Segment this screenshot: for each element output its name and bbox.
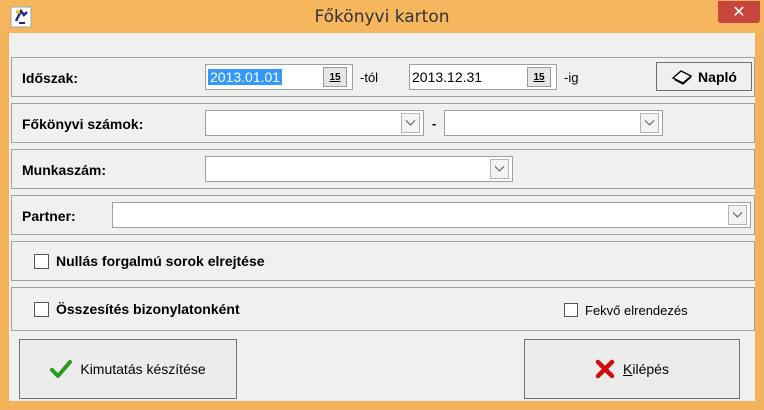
- accounts-label: Főkönyvi számok:: [22, 116, 144, 132]
- period-label: Időszak:: [22, 70, 79, 86]
- chevron-down-icon: [732, 207, 743, 218]
- summary-group: Összesítés bizonylatonként Fekvő elrende…: [11, 287, 755, 331]
- accounts-group: Főkönyvi számok: -: [11, 103, 755, 143]
- accounts-separator: -: [432, 116, 437, 131]
- date-to-value: 2013.12.31: [412, 69, 483, 85]
- naplo-label: Napló: [698, 68, 737, 85]
- account-from-dropdown-arrow[interactable]: [401, 113, 420, 133]
- hide-zero-label[interactable]: Nullás forgalmú sorok elrejtése: [56, 253, 265, 269]
- account-to-dropdown[interactable]: [444, 110, 663, 136]
- summary-checkbox[interactable]: [34, 302, 49, 317]
- hide-zero-group: Nullás forgalmú sorok elrejtése: [11, 241, 755, 281]
- date-from-value: 2013.01.01: [208, 69, 283, 85]
- date-to-suffix: -ig: [564, 70, 579, 85]
- date-from-field[interactable]: 2013.01.01 15: [205, 64, 353, 90]
- job-group: Munkaszám:: [11, 149, 755, 189]
- summary-label[interactable]: Összesítés bizonylatonként: [56, 301, 240, 317]
- chevron-down-icon: [494, 161, 505, 172]
- landscape-checkbox[interactable]: [564, 303, 578, 317]
- application-window: Főkönyvi karton ✕ Időszak: 2013.01.01 15…: [0, 0, 764, 410]
- report-button-label: Kimutatás készítése: [80, 361, 206, 377]
- naplo-button[interactable]: Napló: [656, 62, 752, 91]
- date-from-suffix: -tól: [360, 70, 379, 85]
- job-label: Munkaszám:: [22, 162, 107, 178]
- partner-group: Partner:: [11, 195, 755, 235]
- date-to-field[interactable]: 2013.12.31 15: [409, 64, 557, 90]
- book-icon: [671, 69, 693, 85]
- account-from-dropdown[interactable]: [205, 110, 424, 136]
- account-to-dropdown-arrow[interactable]: [640, 113, 659, 133]
- job-dropdown[interactable]: [205, 156, 513, 182]
- partner-dropdown[interactable]: [112, 202, 751, 228]
- exit-button-label: Kilépés: [623, 361, 669, 377]
- close-icon: ✕: [732, 4, 746, 21]
- date-to-calendar-button[interactable]: 15: [527, 67, 551, 87]
- chevron-down-icon: [405, 115, 416, 126]
- exit-label-rest: ilépés: [632, 361, 669, 377]
- exit-mnemonic: K: [623, 361, 633, 377]
- calendar-icon: 15: [533, 71, 545, 83]
- close-button[interactable]: ✕: [718, 1, 760, 23]
- window-title: Főkönyvi karton: [314, 7, 450, 27]
- partner-dropdown-arrow[interactable]: [728, 205, 747, 225]
- job-dropdown-arrow[interactable]: [490, 159, 509, 179]
- period-group: Időszak: 2013.01.01 15 -tól 2013.12.31 1…: [11, 57, 755, 97]
- report-button[interactable]: Kimutatás készítése: [19, 339, 237, 399]
- landscape-label[interactable]: Fekvő elrendezés: [585, 303, 688, 318]
- checkmark-icon: [50, 360, 73, 378]
- exit-button[interactable]: Kilépés: [524, 339, 740, 399]
- date-from-calendar-button[interactable]: 15: [323, 67, 347, 87]
- calendar-icon: 15: [329, 71, 341, 83]
- partner-label: Partner:: [22, 208, 76, 224]
- chevron-down-icon: [644, 115, 655, 126]
- title-bar[interactable]: Főkönyvi karton ✕: [0, 0, 764, 33]
- x-mark-icon: [595, 359, 615, 379]
- hide-zero-checkbox[interactable]: [34, 254, 49, 269]
